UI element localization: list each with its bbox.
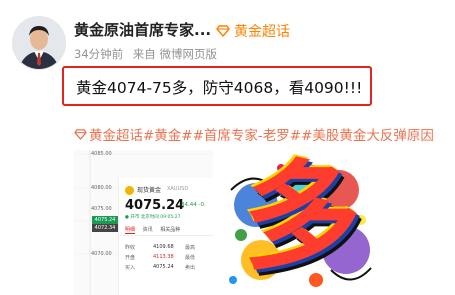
price-tag: 4072.34 [92, 224, 118, 232]
tab-news: 资讯 [142, 227, 153, 233]
quote-card: 现货黄金 XAUUSD 4075.24 -34.44 -0. ● 开市 北京时间… [118, 178, 213, 295]
author-name[interactable]: 黄金原油首席专家... [74, 19, 211, 40]
quote-row: 昨收 4109.68 最高 [125, 244, 195, 251]
price-tag: 4075.24 [92, 216, 118, 224]
row-value: 4113.38 [153, 254, 174, 260]
art-character: 多 [243, 150, 362, 286]
gold-coin-icon [125, 186, 134, 195]
row-value: 4075.24 [153, 264, 174, 270]
row-label: 开盘 [125, 255, 136, 261]
row-label2: 最低 [185, 255, 196, 261]
row-label: 昨收 [125, 245, 136, 251]
post-image-quote[interactable]: 4085.00 4080.00 4075.00 4070.00 4075.24 … [74, 150, 213, 295]
y-tick: 4080.00 [91, 185, 112, 191]
price-change: -34.44 -0. [179, 202, 206, 208]
post-meta: 34分钟前 来自 微博网页版 [74, 46, 223, 62]
divider [119, 235, 213, 236]
diamond-topic-icon [216, 25, 230, 37]
row-label: 买入 [125, 265, 136, 271]
row-label2: 最高 [185, 245, 196, 251]
row-value: 4109.68 [153, 244, 174, 250]
hashtag-line: 黄金超话 #黄金##首席专家-老罗##美股黄金大反弹原因 [74, 124, 455, 144]
quote-row: 开盘 4113.38 最低 [125, 254, 195, 261]
post-text: 黄金4074-75多，防守4068，看4090!!! [76, 79, 363, 97]
topic-badge[interactable]: 黄金超话 [216, 21, 290, 41]
post-source: 来自 微博网页版 [132, 47, 217, 61]
hashtag-list[interactable]: #黄金##首席专家-老罗##美股黄金大反弹原因 [143, 124, 434, 144]
instrument-symbol: XAUUSD [167, 186, 189, 192]
y-tick: 4075.00 [91, 206, 112, 212]
market-status: ● 开市 北京时间 09:05:27 [125, 215, 181, 220]
y-tick: 4070.00 [91, 251, 112, 257]
diamond-topic-icon [74, 128, 87, 140]
hashtag-topic[interactable]: 黄金超话 [89, 124, 143, 144]
tab-related: 相关品种 [160, 227, 181, 233]
topic-badge-label: 黄金超话 [234, 24, 290, 40]
row-label2: 卖出 [185, 265, 196, 271]
quote-row: 买入 4075.24 卖出 [125, 264, 195, 271]
post-image-art[interactable]: 多 [221, 150, 378, 295]
instrument-name: 现货黄金 [137, 187, 162, 194]
avatar[interactable] [12, 16, 66, 70]
tab-detail: 明细 [125, 227, 136, 234]
post-time[interactable]: 34分钟前 [74, 47, 123, 61]
y-tick: 4085.00 [91, 151, 112, 157]
current-price: 4075.24 [125, 198, 185, 213]
quote-tabs: 明细 资讯 相关品种 [125, 226, 186, 234]
